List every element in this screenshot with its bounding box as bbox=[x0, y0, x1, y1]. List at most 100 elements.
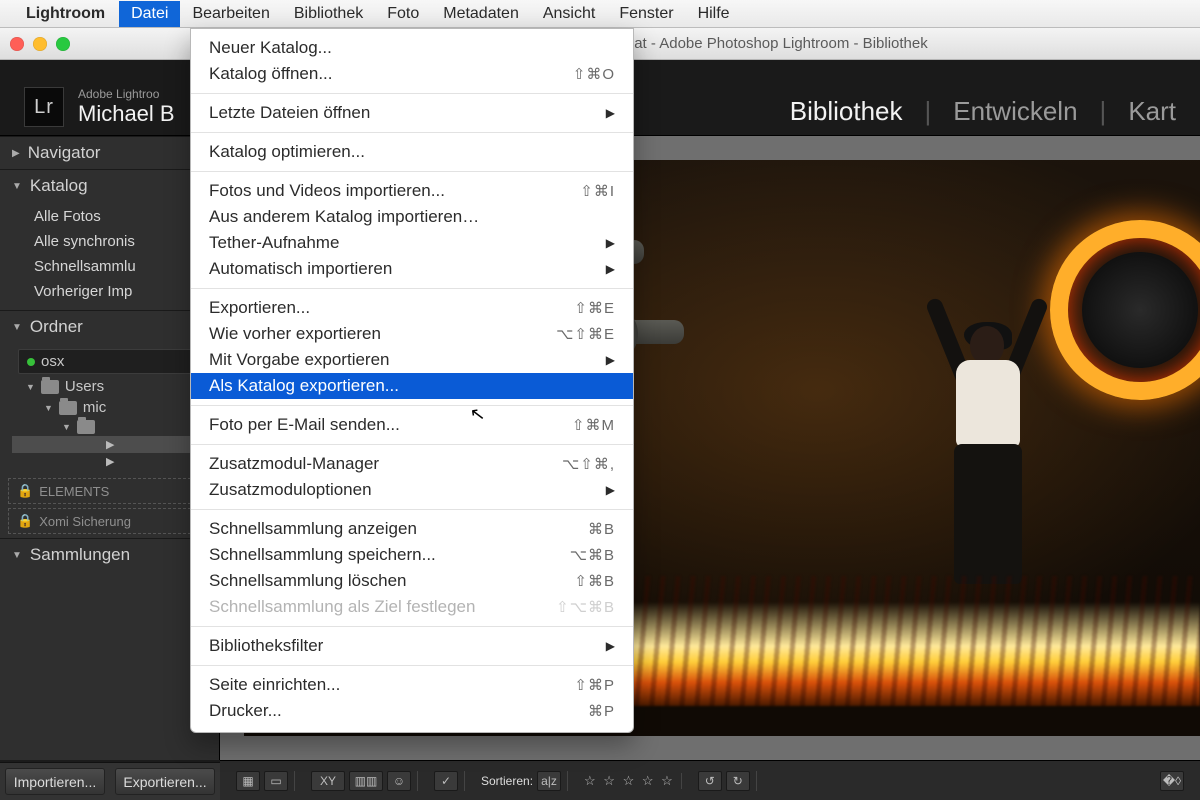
rotate-cw-icon[interactable]: ↻ bbox=[726, 771, 750, 791]
menu-item[interactable]: Schnellsammlung löschen ⇧⌘B bbox=[191, 568, 633, 594]
folder-row[interactable]: ▶ bbox=[12, 453, 219, 470]
locked-volume[interactable]: 🔒 ELEMENTS bbox=[8, 478, 211, 504]
menu-item-label: Tether-Aufnahme bbox=[209, 233, 339, 253]
sort-direction-icon[interactable]: a|z bbox=[537, 771, 561, 791]
minimize-icon[interactable] bbox=[33, 37, 47, 51]
menu-item-shortcut: ⌘B bbox=[588, 520, 615, 538]
compare-view-icon[interactable]: XY bbox=[311, 771, 345, 791]
people-view-icon[interactable]: ☺ bbox=[387, 771, 411, 791]
folder-icon bbox=[41, 380, 59, 394]
panel-head-sammlungen[interactable]: ▼ Sammlungen bbox=[0, 538, 219, 571]
menu-item-label: Drucker... bbox=[209, 701, 282, 721]
menu-item-label: Schnellsammlung anzeigen bbox=[209, 519, 417, 539]
menu-item[interactable]: Katalog optimieren... bbox=[191, 139, 633, 165]
menu-item[interactable]: Automatisch importieren▶ bbox=[191, 256, 633, 282]
panel-head-katalog[interactable]: ▼ Katalog bbox=[0, 169, 219, 202]
catalog-item[interactable]: Alle Fotos bbox=[0, 204, 219, 229]
grid-view-icon[interactable]: ▦ bbox=[236, 771, 260, 791]
menu-item-label: Bibliotheksfilter bbox=[209, 636, 323, 656]
menu-item-label: Katalog optimieren... bbox=[209, 142, 365, 162]
disclosure-icon: ▶ bbox=[12, 148, 20, 159]
import-button[interactable]: Importieren... bbox=[5, 768, 105, 795]
menu-item-label: Exportieren... bbox=[209, 298, 310, 318]
menu-item[interactable]: Bibliotheksfilter▶ bbox=[191, 633, 633, 659]
folder-row-selected[interactable]: ▶ bbox=[12, 436, 219, 453]
file-menu-dropdown: Neuer Katalog...Katalog öffnen...⇧⌘O Letz… bbox=[190, 28, 634, 733]
submenu-arrow-icon: ▶ bbox=[106, 438, 114, 451]
menu-separator bbox=[191, 665, 633, 666]
menu-item[interactable]: Mit Vorgabe exportieren▶ bbox=[191, 347, 633, 373]
menu-item[interactable]: Aus anderem Katalog importieren… bbox=[191, 204, 633, 230]
painter-icon[interactable]: ✓ bbox=[434, 771, 458, 791]
rotate-ccw-icon[interactable]: ↺ bbox=[698, 771, 722, 791]
menu-item[interactable]: Fotos und Videos importieren... ⇧⌘I bbox=[191, 178, 633, 204]
menu-item-label: Letzte Dateien öffnen bbox=[209, 103, 370, 123]
menu-item-shortcut: ⌥⇧⌘, bbox=[562, 455, 615, 473]
catalog-item[interactable]: Alle synchronis bbox=[0, 229, 219, 254]
menu-item[interactable]: Wie vorher exportieren⌥⇧⌘E bbox=[191, 321, 633, 347]
submenu-arrow-icon: ▶ bbox=[606, 106, 615, 120]
menubar-item-bearbeiten[interactable]: Bearbeiten bbox=[180, 1, 281, 27]
disclosure-icon: ▼ bbox=[26, 382, 35, 392]
menu-item[interactable]: Foto per E-Mail senden...⇧⌘M bbox=[191, 412, 633, 438]
volume-row[interactable]: osx bbox=[18, 349, 213, 374]
menu-item[interactable]: Schnellsammlung speichern...⌥⌘B bbox=[191, 542, 633, 568]
catalog-item[interactable]: Vorheriger Imp bbox=[0, 279, 219, 304]
menubar-item-foto[interactable]: Foto bbox=[375, 1, 431, 27]
menu-item-shortcut: ⇧⌘I bbox=[580, 182, 615, 200]
export-button[interactable]: Exportieren... bbox=[115, 768, 215, 795]
survey-view-icon[interactable]: ▥▥ bbox=[349, 771, 383, 791]
menu-item[interactable]: Drucker... ⌘P bbox=[191, 698, 633, 724]
menubar-item-datei[interactable]: Datei bbox=[119, 1, 180, 27]
menu-item[interactable]: Seite einrichten...⇧⌘P bbox=[191, 672, 633, 698]
folder-icon bbox=[59, 401, 77, 415]
menu-item-label: Seite einrichten... bbox=[209, 675, 340, 695]
menu-item-shortcut: ⇧⌘B bbox=[574, 572, 615, 590]
menu-item-label: Zusatzmoduloptionen bbox=[209, 480, 372, 500]
folder-name: Users bbox=[65, 378, 104, 395]
mac-menubar: Lightroom Datei Bearbeiten Bibliothek Fo… bbox=[0, 0, 1200, 28]
lock-icon: 🔒 bbox=[17, 483, 33, 499]
menubar-item-bibliothek[interactable]: Bibliothek bbox=[282, 1, 375, 27]
menu-item-shortcut: ⌘P bbox=[588, 702, 615, 720]
catalog-item[interactable]: Schnellsammlu bbox=[0, 254, 219, 279]
zoom-icon[interactable] bbox=[56, 37, 70, 51]
panel-head-navigator[interactable]: ▶ Navigator bbox=[0, 136, 219, 169]
menu-separator bbox=[191, 171, 633, 172]
folder-row[interactable]: ▼ mic bbox=[12, 397, 219, 418]
rating-stars[interactable]: ☆ ☆ ☆ ☆ ☆ bbox=[584, 773, 675, 789]
menu-item[interactable]: Zusatzmodul-Manager⌥⇧⌘, bbox=[191, 451, 633, 477]
menubar-item-fenster[interactable]: Fenster bbox=[607, 1, 685, 27]
menu-item[interactable]: Tether-Aufnahme▶ bbox=[191, 230, 633, 256]
menu-item[interactable]: Neuer Katalog... bbox=[191, 35, 633, 61]
menu-item[interactable]: Exportieren...⇧⌘E bbox=[191, 295, 633, 321]
menu-item-label: Automatisch importieren bbox=[209, 259, 392, 279]
menu-item[interactable]: Katalog öffnen...⇧⌘O bbox=[191, 61, 633, 87]
menu-item[interactable]: Als Katalog exportieren... bbox=[191, 373, 633, 399]
menubar-item-ansicht[interactable]: Ansicht bbox=[531, 1, 607, 27]
loupe-view-icon[interactable]: ▭ bbox=[264, 771, 288, 791]
menu-item[interactable]: Schnellsammlung anzeigen ⌘B bbox=[191, 516, 633, 542]
menu-item-shortcut: ⇧⌘M bbox=[572, 416, 615, 434]
folder-name: mic bbox=[83, 399, 106, 416]
menu-item[interactable]: Zusatzmoduloptionen▶ bbox=[191, 477, 633, 503]
locked-volume[interactable]: 🔒 Xomi Sicherung bbox=[8, 508, 211, 534]
panel-head-ordner[interactable]: ▼ Ordner bbox=[0, 310, 219, 343]
select-sync-icon[interactable]: �◊ bbox=[1160, 771, 1184, 791]
photo-subject bbox=[930, 326, 1040, 586]
window-controls bbox=[10, 37, 70, 51]
menubar-item-hilfe[interactable]: Hilfe bbox=[686, 1, 742, 27]
menu-item-shortcut: ⌥⇧⌘E bbox=[556, 325, 615, 343]
menu-item-label: Fotos und Videos importieren... bbox=[209, 181, 445, 201]
disclosure-icon: ▼ bbox=[12, 181, 22, 192]
close-icon[interactable] bbox=[10, 37, 24, 51]
folder-row[interactable]: ▼ bbox=[12, 418, 219, 436]
menubar-item-metadaten[interactable]: Metadaten bbox=[431, 1, 531, 27]
folder-row[interactable]: ▼ Users bbox=[12, 376, 219, 397]
menu-separator bbox=[191, 405, 633, 406]
menu-item-label: Katalog öffnen... bbox=[209, 64, 333, 84]
menubar-app-name[interactable]: Lightroom bbox=[26, 5, 105, 23]
menu-item-label: Schnellsammlung als Ziel festlegen bbox=[209, 597, 475, 617]
menu-item-label: Schnellsammlung löschen bbox=[209, 571, 407, 591]
menu-item[interactable]: Letzte Dateien öffnen ▶ bbox=[191, 100, 633, 126]
